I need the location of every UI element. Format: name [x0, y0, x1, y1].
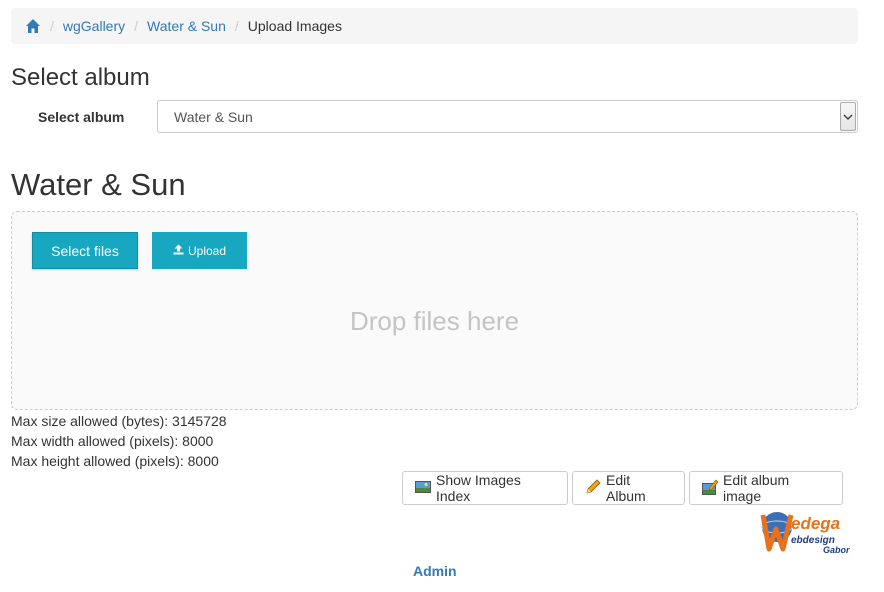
upload-button[interactable]: Upload [152, 232, 247, 269]
max-size-info: Max size allowed (bytes): 3145728 [11, 413, 227, 429]
breadcrumb-link-gallery[interactable]: wgGallery [63, 18, 125, 34]
breadcrumb-separator: / [134, 18, 139, 34]
picture-icon [415, 480, 436, 496]
drop-files-text: Drop files here [349, 306, 520, 336]
edit-album-label: Edit Album [606, 472, 646, 504]
dropzone[interactable]: Select files Upload Drop files here [11, 211, 858, 410]
edit-album-image-label: Edit album image [723, 472, 790, 504]
edit-image-icon [702, 479, 723, 498]
upload-label: Upload [187, 243, 227, 258]
album-title: Water & Sun [11, 167, 186, 202]
home-icon[interactable] [25, 18, 41, 34]
edit-album-button[interactable]: Edit Album [572, 471, 685, 505]
select-files-button[interactable]: Select files [32, 232, 138, 269]
edit-album-image-button[interactable]: Edit album image [689, 471, 843, 505]
breadcrumb: / wgGallery / Water & Sun / Upload Image… [11, 8, 858, 44]
chevron-down-icon[interactable] [840, 102, 856, 131]
breadcrumb-current: Upload Images [247, 18, 342, 34]
pencil-icon [585, 478, 606, 498]
max-width-info: Max width allowed (pixels): 8000 [11, 433, 214, 449]
show-images-index-label: Show Images Index [436, 472, 521, 504]
album-select[interactable]: Water & Sun [157, 100, 858, 133]
upload-icon [173, 244, 188, 258]
max-height-info: Max height allowed (pixels): 8000 [11, 453, 219, 469]
show-images-index-button[interactable]: Show Images Index [402, 471, 568, 505]
breadcrumb-separator: / [50, 18, 54, 34]
select-album-label: Select album [38, 109, 125, 125]
admin-link[interactable]: Admin [413, 563, 457, 579]
breadcrumb-separator: / [234, 18, 239, 34]
breadcrumb-link-album[interactable]: Water & Sun [147, 18, 226, 34]
logo-line2: Gabor [823, 545, 850, 555]
select-album-heading: Select album [11, 64, 150, 91]
album-select-value: Water & Sun [174, 108, 253, 125]
logo-brand: edega [791, 514, 840, 533]
wedega-logo: edega ebdesign Gabor [759, 507, 859, 557]
